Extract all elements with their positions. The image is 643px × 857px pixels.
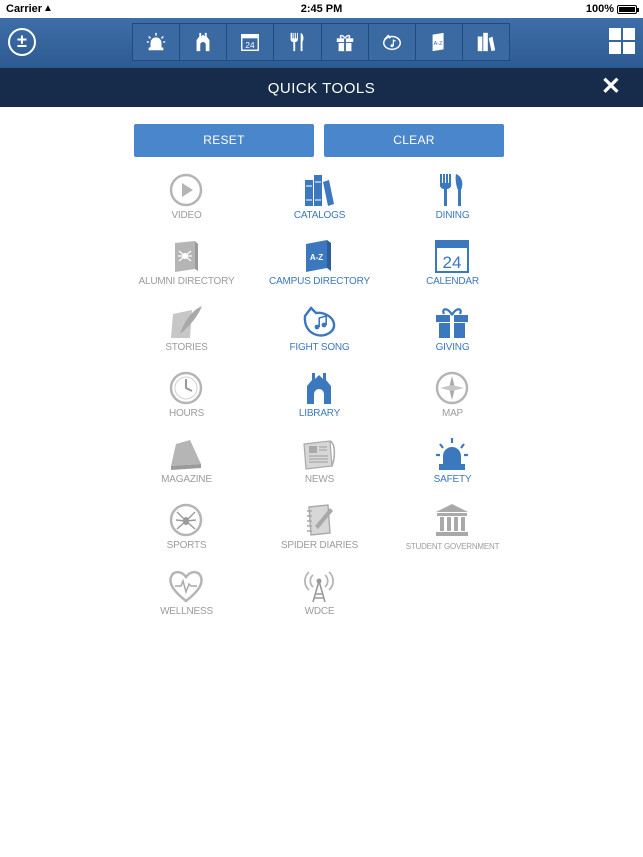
tool-label: STORIES xyxy=(165,342,208,353)
dining-icon xyxy=(291,32,304,52)
tool-library[interactable]: LIBRARY xyxy=(253,370,386,430)
shortcut-strip: 24 A-Z xyxy=(132,23,510,61)
news-icon xyxy=(303,440,336,470)
safety-icon xyxy=(436,438,468,470)
tool-label: ALUMNI DIRECTORY xyxy=(138,276,235,287)
top-toolbar: ± 24 A-Z xyxy=(0,18,643,68)
tool-sports[interactable]: SPORTS xyxy=(120,502,253,562)
reset-button[interactable]: RESET xyxy=(134,124,314,157)
status-time: 2:45 PM xyxy=(300,3,343,15)
tool-wellness[interactable]: WELLNESS xyxy=(120,568,253,628)
tool-dining[interactable]: DINING xyxy=(386,172,519,232)
tool-label: SAFETY xyxy=(433,474,472,485)
compass-icon xyxy=(435,371,469,405)
battery-icon xyxy=(617,5,639,14)
calendar-icon: 24 xyxy=(435,240,469,273)
magazine-icon xyxy=(171,440,201,470)
tool-video[interactable]: VIDEO xyxy=(120,172,253,232)
tool-label: DINING xyxy=(435,210,470,221)
shortcut-campus-directory[interactable]: A-Z xyxy=(416,24,463,60)
tool-label: FIGHT SONG xyxy=(289,342,350,353)
shortcut-dining[interactable] xyxy=(274,24,322,60)
library-icon xyxy=(196,32,210,52)
shortcut-catalogs[interactable] xyxy=(463,24,509,60)
tool-campus-directory[interactable]: A-Z CAMPUS DIRECTORY xyxy=(253,238,386,298)
tool-label: MAGAZINE xyxy=(161,474,212,485)
tool-label: CAMPUS DIRECTORY xyxy=(269,276,370,287)
calendar-icon: 24 xyxy=(241,33,260,51)
giving-icon xyxy=(436,308,468,338)
tower-icon xyxy=(304,571,334,603)
tool-news[interactable]: NEWS xyxy=(253,436,386,496)
tool-label: HOURS xyxy=(168,408,205,419)
tool-wdce[interactable]: WDCE xyxy=(253,568,386,628)
tool-label: LIBRARY xyxy=(298,408,341,419)
shortcut-fight-song[interactable] xyxy=(369,24,416,60)
campus-directory-icon: A-Z xyxy=(432,32,444,52)
plus-minus-icon[interactable]: ± xyxy=(8,28,36,56)
stories-icon xyxy=(171,306,202,338)
status-bar: Carrier ▲ 2:45 PM 100% xyxy=(0,0,643,18)
tool-label: VIDEO xyxy=(171,210,202,221)
shortcut-giving[interactable] xyxy=(322,24,369,60)
tool-label: MAP xyxy=(441,408,464,419)
grid-icon[interactable] xyxy=(609,28,635,54)
tool-magazine[interactable]: MAGAZINE xyxy=(120,436,253,496)
library-icon xyxy=(307,373,331,404)
clock-icon xyxy=(169,371,203,405)
safety-icon xyxy=(146,32,166,51)
tool-student-government[interactable]: STUDENT GOVERNMENT xyxy=(386,502,519,562)
tool-spider-diaries[interactable]: SPIDER DIARIES xyxy=(253,502,386,562)
government-icon xyxy=(436,504,468,536)
shortcut-library[interactable] xyxy=(180,24,228,60)
tool-map[interactable]: MAP xyxy=(386,370,519,430)
svg-text:A-Z: A-Z xyxy=(310,253,323,262)
notebook-icon xyxy=(307,504,333,536)
video-icon xyxy=(169,173,203,207)
tool-alumni-directory[interactable]: ALUMNI DIRECTORY xyxy=(120,238,253,298)
tool-hours[interactable]: HOURS xyxy=(120,370,253,430)
toolbar-calendar-day: 24 xyxy=(246,41,256,50)
clear-button[interactable]: CLEAR xyxy=(324,124,504,157)
tool-safety[interactable]: SAFETY xyxy=(386,436,519,496)
calendar-day: 24 xyxy=(443,253,462,272)
catalogs-icon xyxy=(477,32,496,52)
spider-icon xyxy=(169,503,203,537)
fight-song-icon xyxy=(382,34,401,51)
catalogs-icon xyxy=(305,175,334,206)
tool-label: CALENDAR xyxy=(426,276,479,287)
tool-label: WELLNESS xyxy=(160,606,213,617)
tool-label: SPIDER DIARIES xyxy=(280,540,359,551)
alumni-directory-icon xyxy=(175,241,198,272)
tool-catalogs[interactable]: CATALOGS xyxy=(253,172,386,232)
shortcut-calendar[interactable]: 24 xyxy=(227,24,275,60)
shortcut-safety[interactable] xyxy=(133,24,181,60)
tool-label: WDCE xyxy=(304,606,335,617)
fight-song-icon xyxy=(303,306,336,337)
heart-icon xyxy=(169,570,203,603)
campus-directory-icon: A-Z xyxy=(306,240,331,272)
giving-icon xyxy=(336,34,353,52)
tool-giving[interactable]: GIVING xyxy=(386,304,519,364)
tool-label: STUDENT GOVERNMENT xyxy=(405,542,500,551)
tool-calendar[interactable]: 24 CALENDAR xyxy=(386,238,519,298)
dining-icon xyxy=(439,174,463,206)
close-icon[interactable]: ✕ xyxy=(601,75,621,99)
tool-label: GIVING xyxy=(435,342,470,353)
tool-label: NEWS xyxy=(304,474,335,485)
battery-percent: 100% xyxy=(585,3,614,15)
tool-label: SPORTS xyxy=(166,540,207,551)
quick-tools-header: QUICK TOOLS ✕ xyxy=(0,68,643,107)
tool-fight-song[interactable]: FIGHT SONG xyxy=(253,304,386,364)
tool-label: CATALOGS xyxy=(293,210,346,221)
tool-stories[interactable]: STORIES xyxy=(120,304,253,364)
svg-text:A-Z: A-Z xyxy=(433,41,443,47)
page-title: QUICK TOOLS xyxy=(267,80,376,97)
